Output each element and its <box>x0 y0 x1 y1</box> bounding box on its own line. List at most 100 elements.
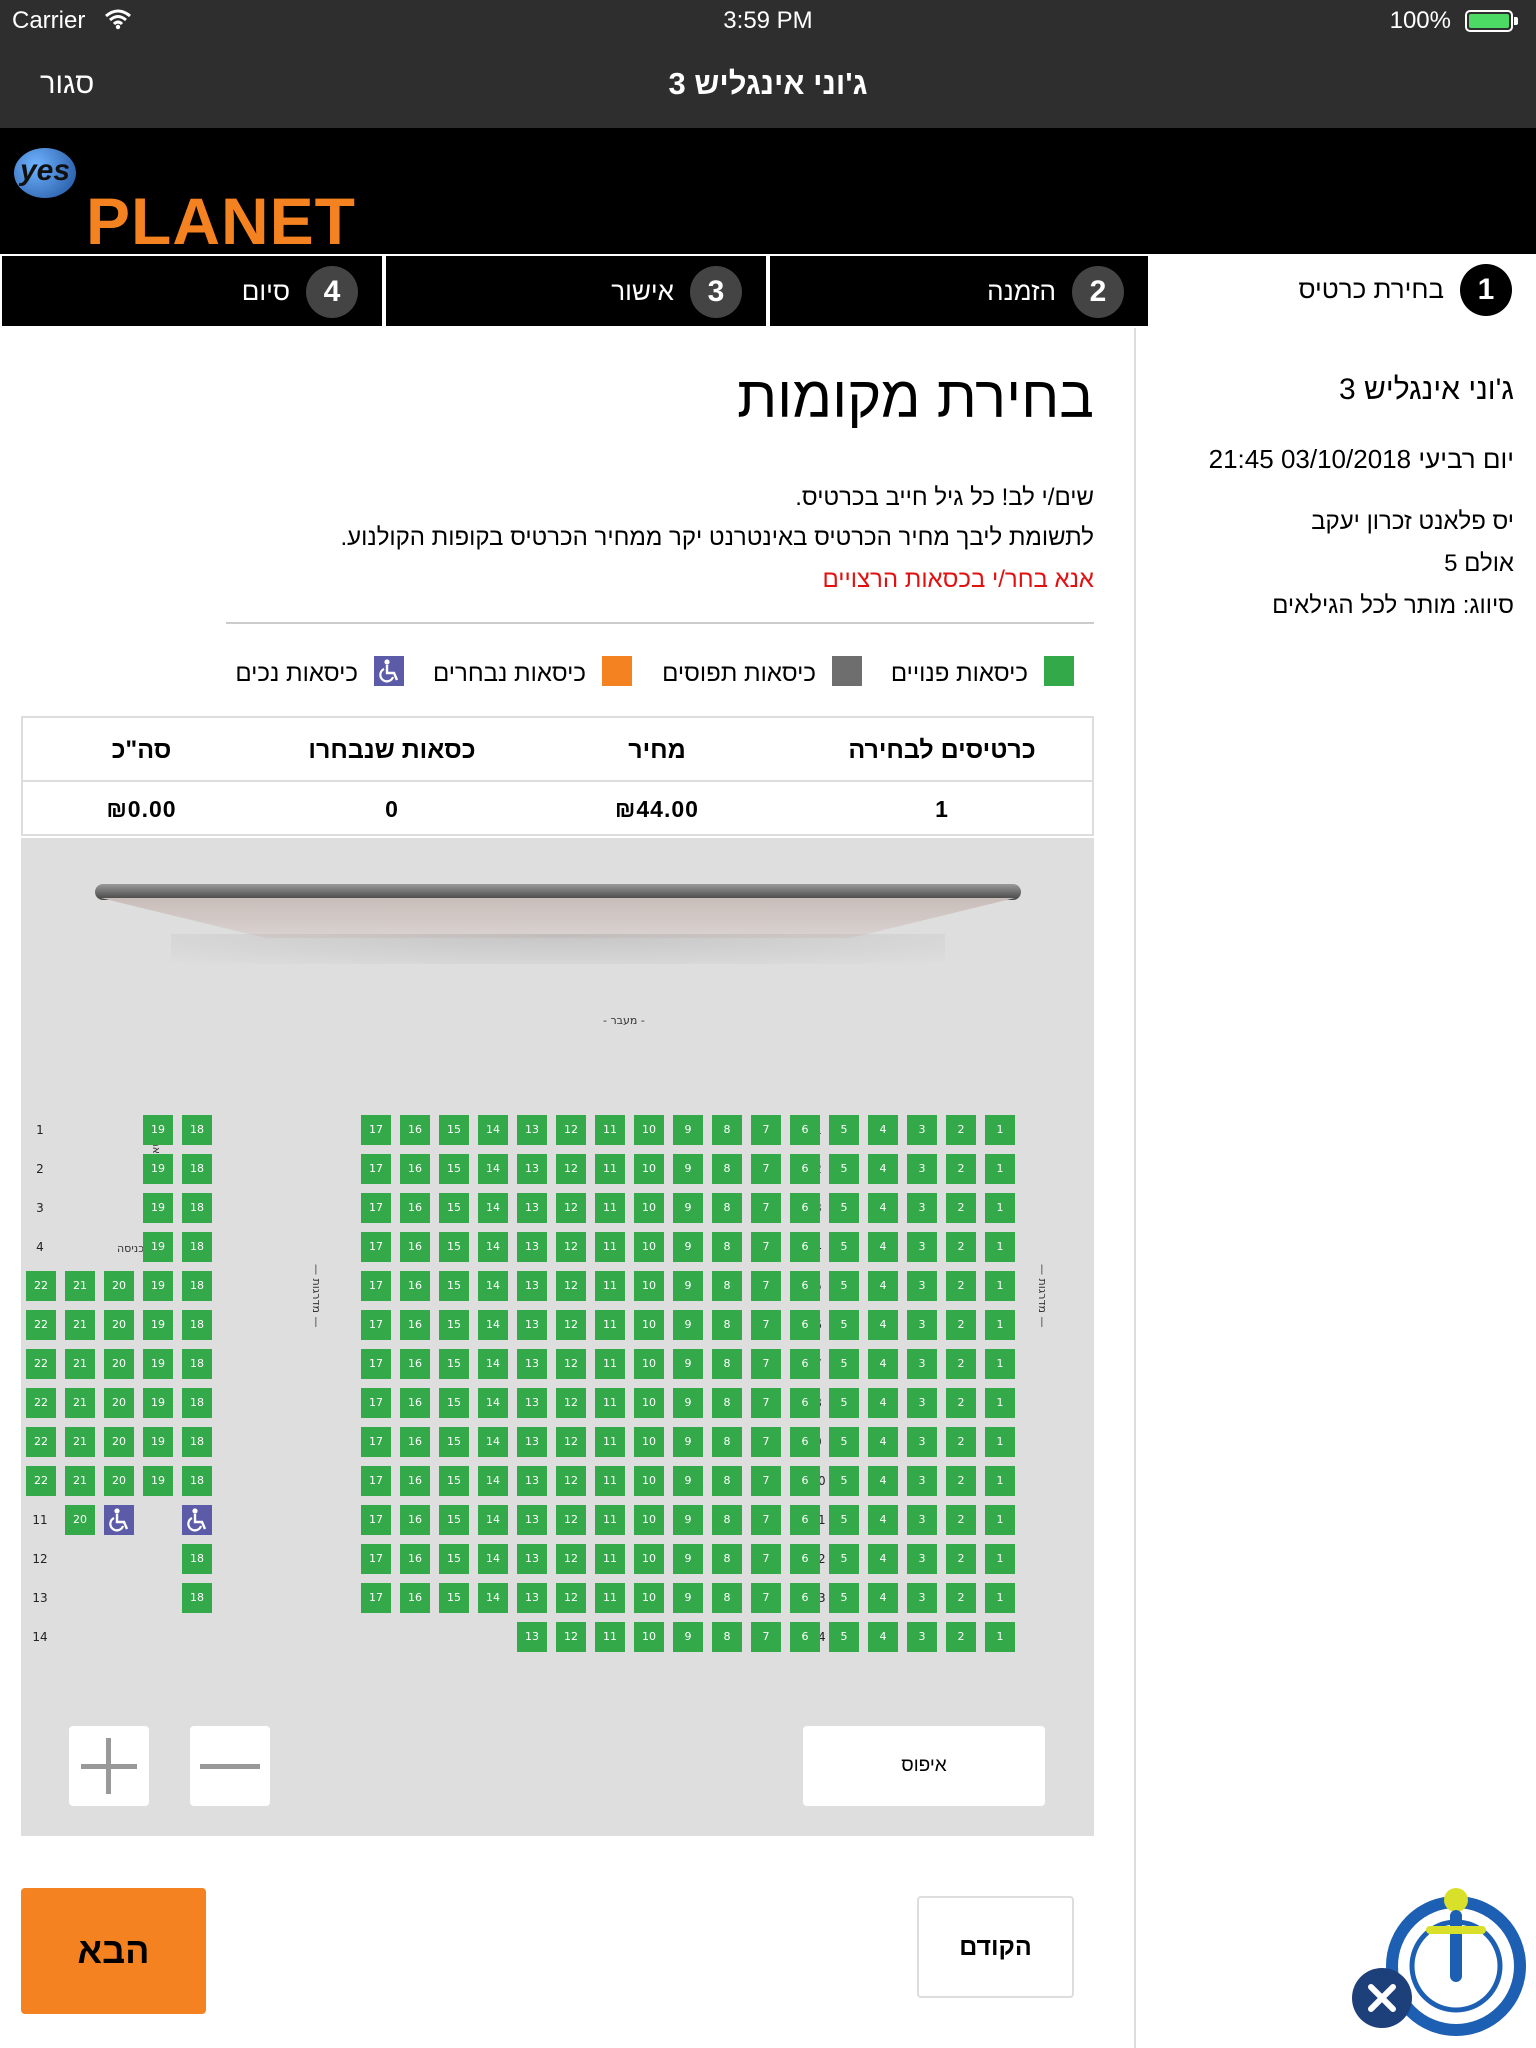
seat[interactable]: 3 <box>907 1154 937 1184</box>
seat[interactable]: 12 <box>556 1154 586 1184</box>
seat[interactable]: 5 <box>829 1232 859 1262</box>
seat[interactable]: 9 <box>673 1427 703 1457</box>
seat[interactable]: 10 <box>634 1505 664 1535</box>
seat[interactable]: 10 <box>634 1583 664 1613</box>
seat[interactable]: 9 <box>673 1115 703 1145</box>
seat[interactable]: 11 <box>595 1349 625 1379</box>
seat[interactable]: 4 <box>868 1271 898 1301</box>
seat[interactable]: 17 <box>361 1466 391 1496</box>
seat[interactable]: 3 <box>907 1427 937 1457</box>
seat[interactable]: 14 <box>478 1388 508 1418</box>
seat[interactable]: 16 <box>400 1466 430 1496</box>
seat[interactable]: 14 <box>478 1310 508 1340</box>
seat[interactable]: 13 <box>517 1193 547 1223</box>
seat[interactable]: 19 <box>143 1115 173 1145</box>
next-button[interactable]: הבא <box>21 1888 206 2014</box>
seat[interactable]: 12 <box>556 1388 586 1418</box>
seat[interactable]: 5 <box>829 1505 859 1535</box>
seat[interactable]: 2 <box>946 1388 976 1418</box>
seat[interactable]: 9 <box>673 1349 703 1379</box>
seat[interactable]: 4 <box>868 1349 898 1379</box>
seat[interactable]: 20 <box>104 1310 134 1340</box>
seat[interactable]: 3 <box>907 1505 937 1535</box>
seat[interactable]: 11 <box>595 1388 625 1418</box>
seat[interactable]: 15 <box>439 1583 469 1613</box>
seat[interactable]: 9 <box>673 1193 703 1223</box>
seat[interactable]: 18 <box>182 1310 212 1340</box>
seat[interactable]: 7 <box>751 1154 781 1184</box>
seat[interactable]: 7 <box>751 1505 781 1535</box>
seat[interactable]: 7 <box>751 1466 781 1496</box>
seat[interactable]: 6 <box>790 1427 820 1457</box>
seat[interactable]: 9 <box>673 1310 703 1340</box>
seat[interactable]: 10 <box>634 1115 664 1145</box>
seat[interactable]: 19 <box>143 1349 173 1379</box>
seat[interactable]: 1 <box>985 1232 1015 1262</box>
seat[interactable]: 20 <box>104 1271 134 1301</box>
seat[interactable]: 15 <box>439 1466 469 1496</box>
seat[interactable]: 14 <box>478 1544 508 1574</box>
seat[interactable]: 1 <box>985 1154 1015 1184</box>
seat[interactable]: 1 <box>985 1388 1015 1418</box>
seat[interactable]: 2 <box>946 1232 976 1262</box>
seat[interactable]: 4 <box>868 1466 898 1496</box>
seat[interactable]: 5 <box>829 1193 859 1223</box>
seat[interactable]: 19 <box>143 1388 173 1418</box>
seat[interactable]: 15 <box>439 1505 469 1535</box>
seat[interactable]: 9 <box>673 1271 703 1301</box>
seat[interactable]: 10 <box>634 1349 664 1379</box>
seat[interactable]: 17 <box>361 1115 391 1145</box>
seat[interactable]: 5 <box>829 1544 859 1574</box>
seat[interactable]: 8 <box>712 1349 742 1379</box>
seat[interactable]: 5 <box>829 1622 859 1652</box>
seat[interactable]: 12 <box>556 1310 586 1340</box>
seat[interactable]: 3 <box>907 1232 937 1262</box>
seat[interactable]: 15 <box>439 1427 469 1457</box>
seat[interactable]: 2 <box>946 1622 976 1652</box>
seat[interactable]: 5 <box>829 1427 859 1457</box>
seat[interactable]: 10 <box>634 1466 664 1496</box>
seat[interactable]: 10 <box>634 1427 664 1457</box>
seat[interactable]: 9 <box>673 1544 703 1574</box>
seat[interactable]: 3 <box>907 1583 937 1613</box>
seat[interactable]: 3 <box>907 1544 937 1574</box>
seat[interactable]: 5 <box>829 1583 859 1613</box>
seat[interactable]: 15 <box>439 1193 469 1223</box>
seat[interactable]: 4 <box>868 1505 898 1535</box>
seat[interactable]: 11 <box>595 1193 625 1223</box>
seat[interactable]: 8 <box>712 1154 742 1184</box>
seat[interactable]: 15 <box>439 1349 469 1379</box>
seat[interactable]: 5 <box>829 1349 859 1379</box>
seat[interactable]: 19 <box>143 1232 173 1262</box>
seat[interactable]: 3 <box>907 1622 937 1652</box>
seat[interactable]: 13 <box>517 1505 547 1535</box>
seat[interactable]: 15 <box>439 1271 469 1301</box>
seat[interactable]: 1 <box>985 1115 1015 1145</box>
seat[interactable]: 13 <box>517 1349 547 1379</box>
seat[interactable]: 9 <box>673 1154 703 1184</box>
seat[interactable]: 6 <box>790 1466 820 1496</box>
seat[interactable]: 8 <box>712 1466 742 1496</box>
seat[interactable]: 17 <box>361 1427 391 1457</box>
seat[interactable]: 12 <box>556 1427 586 1457</box>
seat[interactable]: 7 <box>751 1427 781 1457</box>
seat[interactable]: 9 <box>673 1505 703 1535</box>
seat[interactable]: 16 <box>400 1388 430 1418</box>
seat[interactable]: 13 <box>517 1544 547 1574</box>
seat[interactable]: 13 <box>517 1388 547 1418</box>
seat[interactable]: 11 <box>595 1271 625 1301</box>
seat[interactable]: 12 <box>556 1193 586 1223</box>
seat[interactable]: 7 <box>751 1193 781 1223</box>
seat[interactable]: 16 <box>400 1505 430 1535</box>
seat[interactable]: 1 <box>985 1349 1015 1379</box>
seat[interactable]: 11 <box>595 1310 625 1340</box>
seat[interactable]: 16 <box>400 1115 430 1145</box>
seat[interactable]: 11 <box>595 1544 625 1574</box>
seat[interactable]: 12 <box>556 1466 586 1496</box>
seat[interactable]: 7 <box>751 1232 781 1262</box>
seat[interactable]: 17 <box>361 1310 391 1340</box>
seat[interactable]: 17 <box>361 1505 391 1535</box>
seat[interactable]: 14 <box>478 1583 508 1613</box>
seat[interactable]: 10 <box>634 1622 664 1652</box>
seat[interactable]: 2 <box>946 1466 976 1496</box>
